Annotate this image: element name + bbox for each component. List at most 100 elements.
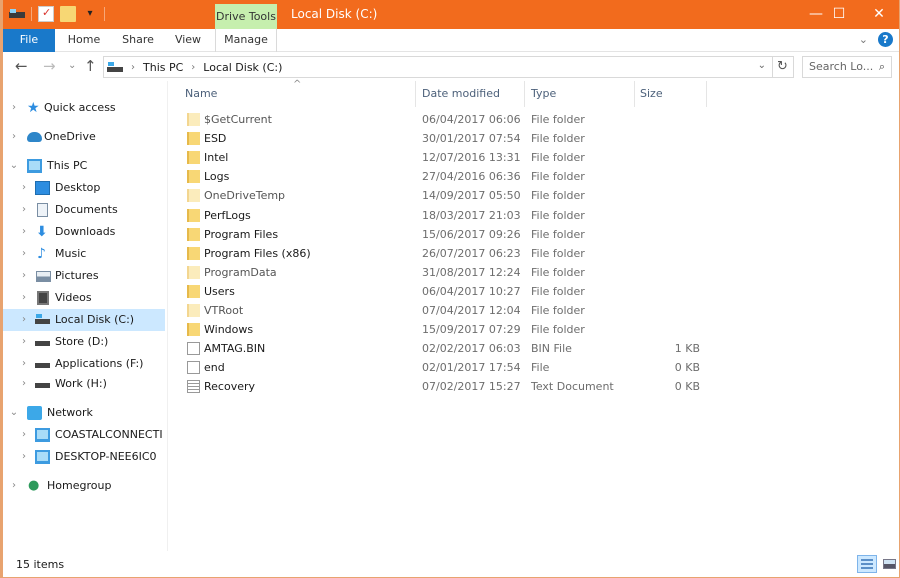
file-type: File folder [531,227,585,241]
file-date-modified: 02/02/2017 06:03 [422,342,521,356]
details-view-button[interactable] [857,555,877,573]
file-row[interactable]: Intel 12/07/2016 13:31 File folder [181,148,881,167]
qat-separator [31,7,32,21]
file-icon [187,342,200,356]
file-row[interactable]: Logs 27/04/2016 06:36 File folder [181,167,881,186]
recent-locations-button[interactable]: ⌄ [68,60,76,71]
file-row[interactable]: Program Files 15/06/2017 09:26 File folder [181,225,881,244]
sidebar-item-store-d[interactable]: › Store (D:) [3,331,165,353]
expand-arrow-icon[interactable]: › [19,309,29,331]
forward-button[interactable]: → [43,57,56,75]
tab-home[interactable]: Home [61,29,107,52]
sidebar-item-documents[interactable]: › Documents [3,199,165,221]
sidebar-item-videos[interactable]: › Videos [3,287,165,309]
expand-arrow-icon[interactable]: › [9,97,19,119]
expand-ribbon-icon[interactable]: ⌄ [859,33,868,46]
address-bar[interactable]: › This PC › Local Disk (C:) ⌄ [103,56,773,78]
file-row[interactable]: Program Files (x86) 26/07/2017 06:23 File … [181,244,881,263]
sidebar-item-work-h[interactable]: › Work (H:) [3,373,165,395]
back-button[interactable]: ← [15,57,28,75]
sidebar-item-homegroup[interactable]: › ● Homegroup [3,475,165,497]
file-date-modified: 07/04/2017 12:04 [422,304,521,317]
expand-arrow-icon[interactable]: › [19,287,29,309]
expand-arrow-icon[interactable]: › [19,221,29,243]
sidebar-item-label: Local Disk (C:) [55,313,135,326]
close-button[interactable]: ✕ [856,0,900,29]
new-folder-icon[interactable] [60,6,76,22]
file-row[interactable]: end 02/01/2017 17:54 File 0 KB [181,358,881,377]
customize-dropdown-icon[interactable]: ▾ [82,6,98,22]
sidebar-item-onedrive[interactable]: › OneDrive [3,126,165,148]
column-divider[interactable] [415,81,416,107]
column-header-type[interactable]: Type [531,81,556,107]
large-icons-view-button[interactable] [880,555,900,573]
file-row[interactable]: AMTAG.BIN 02/02/2017 06:03 BIN File 1 KB [181,339,881,358]
tab-view[interactable]: View [167,29,209,52]
sidebar-item-pictures[interactable]: › Pictures [3,265,165,287]
expand-arrow-icon[interactable]: › [19,199,29,221]
tab-manage[interactable]: Manage [215,29,277,52]
breadcrumb-local-disk[interactable]: Local Disk (C:) [203,61,282,74]
file-row[interactable]: Windows 15/09/2017 07:29 File folder [181,320,881,339]
expand-arrow-icon[interactable]: › [19,331,29,353]
expand-arrow-icon[interactable]: › [19,424,29,446]
expand-arrow-icon[interactable]: › [9,475,19,497]
folder-icon [187,132,200,146]
address-dropdown-icon[interactable]: ⌄ [758,60,766,71]
tab-share[interactable]: Share [115,29,161,52]
file-date-modified: 15/06/2017 09:26 [422,227,521,241]
file-row[interactable]: Recovery 07/02/2017 15:27 Text Document 0 K… [181,377,881,396]
expand-arrow-icon[interactable]: › [19,353,29,375]
drive-icon [35,335,50,349]
collapse-arrow-icon[interactable]: ⌄ [9,155,19,177]
music-icon: ♪ [37,246,46,262]
sidebar-item-music[interactable]: › ♪ Music [3,243,165,265]
sidebar-item-desktop[interactable]: › Desktop [3,177,165,199]
refresh-button[interactable]: ↻ [772,56,794,78]
help-icon[interactable]: ? [878,32,893,47]
column-header-date-modified[interactable]: Date modified [422,81,500,107]
folder-icon [187,189,200,203]
sidebar-item-applications-f[interactable]: › Applications (F:) [3,353,165,375]
file-row[interactable]: VTRoot 07/04/2017 12:04 File folder [181,301,881,320]
expand-arrow-icon[interactable]: › [19,177,29,199]
search-icon[interactable]: ⌕ [879,57,885,77]
sidebar-item-quick-access[interactable]: › ★ Quick access [3,97,165,119]
file-date-modified: 06/04/2017 06:06 [422,113,521,126]
expand-arrow-icon[interactable]: › [19,243,29,265]
file-row[interactable]: $GetCurrent 06/04/2017 06:06 File folder [181,110,881,129]
drive-icon[interactable] [9,6,25,22]
file-row[interactable]: ESD 30/01/2017 07:54 File folder [181,129,881,148]
column-divider[interactable] [706,81,707,107]
file-date-modified: 31/08/2017 12:24 [422,265,521,279]
collapse-arrow-icon[interactable]: ⌄ [9,402,19,424]
breadcrumb-separator[interactable]: › [191,62,195,73]
tab-file[interactable]: File [3,29,55,52]
file-name: VTRoot [204,304,244,317]
sidebar-item-coastalconnecti[interactable]: › COASTALCONNECTI [3,424,165,446]
file-row[interactable]: Users 06/04/2017 10:27 File folder [181,282,881,301]
sidebar-item-desktop-nee6ic0[interactable]: › DESKTOP-NEE6IC0 [3,446,165,468]
expand-arrow-icon[interactable]: › [19,373,29,395]
file-row[interactable]: OneDriveTemp 14/09/2017 05:50 File folder [181,186,881,205]
breadcrumb-this-pc[interactable]: This PC [143,61,183,74]
column-header-size[interactable]: Size [640,81,663,107]
file-row[interactable]: PerfLogs 18/03/2017 21:03 File folder [181,206,881,225]
column-divider[interactable] [524,81,525,107]
expand-arrow-icon[interactable]: › [9,126,19,148]
sidebar-item-network[interactable]: ⌄ Network [3,402,165,424]
column-header-name[interactable]: Name [185,81,217,107]
up-button[interactable]: ↑ [84,57,97,75]
expand-arrow-icon[interactable]: › [19,446,29,468]
sidebar-item-downloads[interactable]: › ⬇ Downloads [3,221,165,243]
column-divider[interactable] [634,81,635,107]
sidebar-item-local-disk-c[interactable]: › Local Disk (C:) [3,309,165,331]
sidebar-item-this-pc[interactable]: ⌄ This PC [3,155,165,177]
file-type: File folder [531,265,585,279]
file-type: File folder [531,323,585,337]
file-row[interactable]: ProgramData 31/08/2017 12:24 File folder [181,263,881,282]
search-input[interactable]: Search Lo... ⌕ [802,56,892,78]
breadcrumb-separator[interactable]: › [131,62,135,73]
properties-icon[interactable] [38,6,54,22]
expand-arrow-icon[interactable]: › [19,265,29,287]
